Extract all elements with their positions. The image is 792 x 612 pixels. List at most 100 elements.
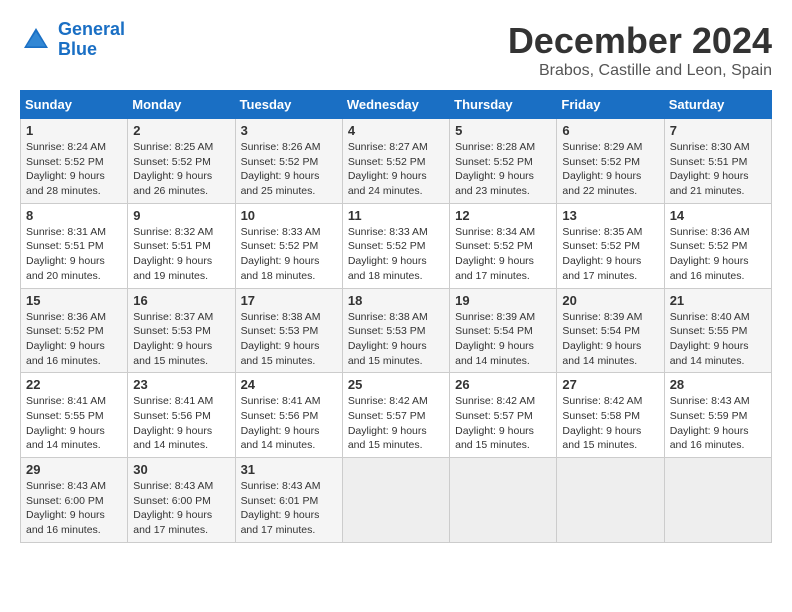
day-number: 17 [241,293,337,308]
day-info: Sunrise: 8:39 AMSunset: 5:54 PMDaylight:… [562,310,658,369]
day-info: Sunrise: 8:42 AMSunset: 5:58 PMDaylight:… [562,394,658,453]
page-header: General Blue December 2024 Brabos, Casti… [20,20,772,80]
day-number: 15 [26,293,122,308]
day-info: Sunrise: 8:43 AMSunset: 6:00 PMDaylight:… [133,479,229,538]
weekday-header-row: SundayMondayTuesdayWednesdayThursdayFrid… [21,91,772,119]
day-number: 4 [348,123,444,138]
day-number: 21 [670,293,766,308]
calendar-cell: 30 Sunrise: 8:43 AMSunset: 6:00 PMDayligh… [128,458,235,543]
day-number: 30 [133,462,229,477]
month-title: December 2024 [508,20,772,62]
day-info: Sunrise: 8:37 AMSunset: 5:53 PMDaylight:… [133,310,229,369]
day-number: 3 [241,123,337,138]
day-number: 5 [455,123,551,138]
calendar-cell [450,458,557,543]
day-info: Sunrise: 8:26 AMSunset: 5:52 PMDaylight:… [241,140,337,199]
calendar-week-row: 22Sunrise: 8:41 AMSunset: 5:55 PMDayligh… [21,373,772,458]
day-info: Sunrise: 8:41 AMSunset: 5:56 PMDaylight:… [133,394,229,453]
day-number: 11 [348,208,444,223]
calendar-cell: 8Sunrise: 8:31 AMSunset: 5:51 PMDaylight… [21,203,128,288]
calendar-cell: 10 Sunrise: 8:33 AMSunset: 5:52 PMDayligh… [235,203,342,288]
calendar-week-row: 8Sunrise: 8:31 AMSunset: 5:51 PMDaylight… [21,203,772,288]
day-info: Sunrise: 8:29 AMSunset: 5:52 PMDaylight:… [562,140,658,199]
calendar-cell: 22Sunrise: 8:41 AMSunset: 5:55 PMDayligh… [21,373,128,458]
weekday-header-monday: Monday [128,91,235,119]
weekday-header-wednesday: Wednesday [342,91,449,119]
day-info: Sunrise: 8:36 AMSunset: 5:52 PMDaylight:… [670,225,766,284]
day-number: 2 [133,123,229,138]
calendar-cell: 31Sunrise: 8:43 AMSunset: 6:01 PMDayligh… [235,458,342,543]
logo-line2: Blue [58,39,97,59]
calendar-week-row: 1Sunrise: 8:24 AMSunset: 5:52 PMDaylight… [21,119,772,204]
calendar-table: SundayMondayTuesdayWednesdayThursdayFrid… [20,90,772,543]
day-info: Sunrise: 8:24 AMSunset: 5:52 PMDaylight:… [26,140,122,199]
day-number: 7 [670,123,766,138]
day-number: 19 [455,293,551,308]
day-info: Sunrise: 8:42 AMSunset: 5:57 PMDaylight:… [348,394,444,453]
day-number: 14 [670,208,766,223]
day-info: Sunrise: 8:32 AMSunset: 5:51 PMDaylight:… [133,225,229,284]
day-info: Sunrise: 8:41 AMSunset: 5:55 PMDaylight:… [26,394,122,453]
day-number: 10 [241,208,337,223]
logo-text: General Blue [58,20,125,60]
weekday-header-thursday: Thursday [450,91,557,119]
calendar-cell: 21Sunrise: 8:40 AMSunset: 5:55 PMDayligh… [664,288,771,373]
calendar-cell: 17 Sunrise: 8:38 AMSunset: 5:53 PMDayligh… [235,288,342,373]
calendar-cell: 7 Sunrise: 8:30 AMSunset: 5:51 PMDaylight… [664,119,771,204]
calendar-cell: 5 Sunrise: 8:28 AMSunset: 5:52 PMDaylight… [450,119,557,204]
location-subtitle: Brabos, Castille and Leon, Spain [508,62,772,80]
day-number: 16 [133,293,229,308]
calendar-week-row: 15Sunrise: 8:36 AMSunset: 5:52 PMDayligh… [21,288,772,373]
calendar-cell: 20 Sunrise: 8:39 AMSunset: 5:54 PMDayligh… [557,288,664,373]
calendar-cell: 19Sunrise: 8:39 AMSunset: 5:54 PMDayligh… [450,288,557,373]
weekday-header-friday: Friday [557,91,664,119]
day-number: 13 [562,208,658,223]
weekday-header-saturday: Saturday [664,91,771,119]
day-info: Sunrise: 8:42 AMSunset: 5:57 PMDaylight:… [455,394,551,453]
day-number: 31 [241,462,337,477]
calendar-cell: 3 Sunrise: 8:26 AMSunset: 5:52 PMDaylight… [235,119,342,204]
day-info: Sunrise: 8:27 AMSunset: 5:52 PMDaylight:… [348,140,444,199]
day-number: 20 [562,293,658,308]
day-number: 25 [348,377,444,392]
day-info: Sunrise: 8:43 AMSunset: 5:59 PMDaylight:… [670,394,766,453]
day-number: 27 [562,377,658,392]
calendar-cell [342,458,449,543]
calendar-cell: 16 Sunrise: 8:37 AMSunset: 5:53 PMDayligh… [128,288,235,373]
calendar-cell: 29Sunrise: 8:43 AMSunset: 6:00 PMDayligh… [21,458,128,543]
calendar-cell: 23 Sunrise: 8:41 AMSunset: 5:56 PMDayligh… [128,373,235,458]
calendar-cell: 12 Sunrise: 8:34 AMSunset: 5:52 PMDayligh… [450,203,557,288]
day-info: Sunrise: 8:30 AMSunset: 5:51 PMDaylight:… [670,140,766,199]
day-info: Sunrise: 8:33 AMSunset: 5:52 PMDaylight:… [241,225,337,284]
day-info: Sunrise: 8:28 AMSunset: 5:52 PMDaylight:… [455,140,551,199]
weekday-header-tuesday: Tuesday [235,91,342,119]
day-number: 24 [241,377,337,392]
day-info: Sunrise: 8:35 AMSunset: 5:52 PMDaylight:… [562,225,658,284]
calendar-cell: 2Sunrise: 8:25 AMSunset: 5:52 PMDaylight… [128,119,235,204]
calendar-cell: 26 Sunrise: 8:42 AMSunset: 5:57 PMDayligh… [450,373,557,458]
day-info: Sunrise: 8:38 AMSunset: 5:53 PMDaylight:… [348,310,444,369]
day-number: 12 [455,208,551,223]
title-block: December 2024 Brabos, Castille and Leon,… [508,20,772,80]
calendar-cell: 1Sunrise: 8:24 AMSunset: 5:52 PMDaylight… [21,119,128,204]
weekday-header-sunday: Sunday [21,91,128,119]
calendar-cell: 15Sunrise: 8:36 AMSunset: 5:52 PMDayligh… [21,288,128,373]
calendar-cell [557,458,664,543]
day-info: Sunrise: 8:38 AMSunset: 5:53 PMDaylight:… [241,310,337,369]
day-info: Sunrise: 8:33 AMSunset: 5:52 PMDaylight:… [348,225,444,284]
calendar-cell: 11 Sunrise: 8:33 AMSunset: 5:52 PMDayligh… [342,203,449,288]
day-info: Sunrise: 8:31 AMSunset: 5:51 PMDaylight:… [26,225,122,284]
logo: General Blue [20,20,125,60]
logo-line1: General [58,19,125,39]
calendar-cell: 27 Sunrise: 8:42 AMSunset: 5:58 PMDayligh… [557,373,664,458]
calendar-cell: 24Sunrise: 8:41 AMSunset: 5:56 PMDayligh… [235,373,342,458]
calendar-cell: 25 Sunrise: 8:42 AMSunset: 5:57 PMDayligh… [342,373,449,458]
day-info: Sunrise: 8:43 AMSunset: 6:00 PMDaylight:… [26,479,122,538]
calendar-cell [664,458,771,543]
day-info: Sunrise: 8:34 AMSunset: 5:52 PMDaylight:… [455,225,551,284]
calendar-cell: 13 Sunrise: 8:35 AMSunset: 5:52 PMDayligh… [557,203,664,288]
day-number: 26 [455,377,551,392]
day-number: 23 [133,377,229,392]
calendar-cell: 28 Sunrise: 8:43 AMSunset: 5:59 PMDayligh… [664,373,771,458]
day-number: 28 [670,377,766,392]
